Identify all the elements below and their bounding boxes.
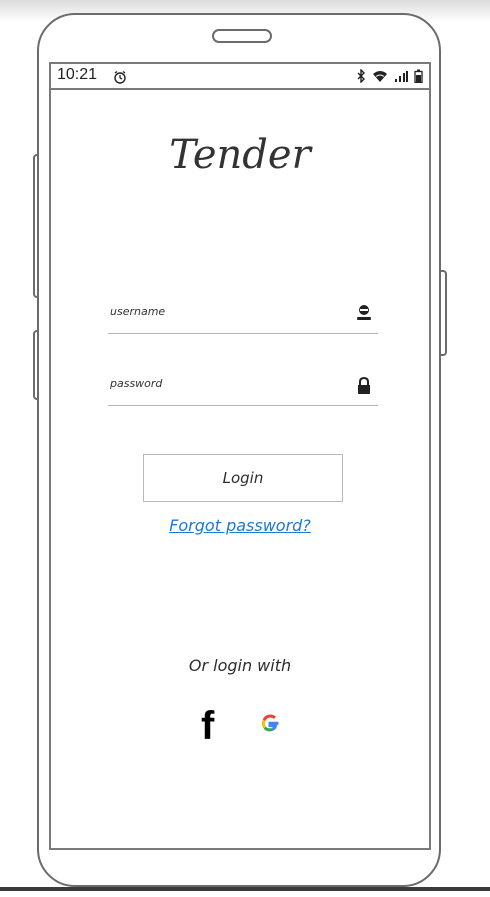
login-button[interactable]: Login <box>143 454 343 502</box>
or-login-with-label: Or login with <box>188 656 292 675</box>
phone-speaker <box>212 29 272 43</box>
bottom-rule <box>0 887 490 891</box>
status-time: 10:21 <box>57 66 98 83</box>
canvas: 10:21 Tender username password Login For… <box>0 0 490 897</box>
social-login-row: f <box>201 706 291 746</box>
password-field[interactable]: password <box>108 374 378 406</box>
forgot-password-link[interactable]: Forgot password? <box>51 516 429 535</box>
status-bar: 10:21 <box>51 64 429 90</box>
password-label: password <box>110 377 163 390</box>
google-icon[interactable] <box>259 712 281 738</box>
signal-icon <box>394 68 408 87</box>
alarm-icon <box>113 69 127 88</box>
wifi-icon <box>372 68 388 87</box>
app-title: Tender <box>169 132 311 178</box>
username-field[interactable]: username <box>108 302 378 334</box>
bluetooth-icon <box>356 68 366 87</box>
user-icon <box>356 304 372 326</box>
status-icons <box>356 68 423 87</box>
phone-screen: 10:21 Tender username password Login For… <box>49 62 431 850</box>
battery-icon <box>414 68 423 87</box>
lock-icon <box>356 376 372 400</box>
facebook-icon[interactable]: f <box>201 706 214 746</box>
username-label: username <box>110 305 166 318</box>
